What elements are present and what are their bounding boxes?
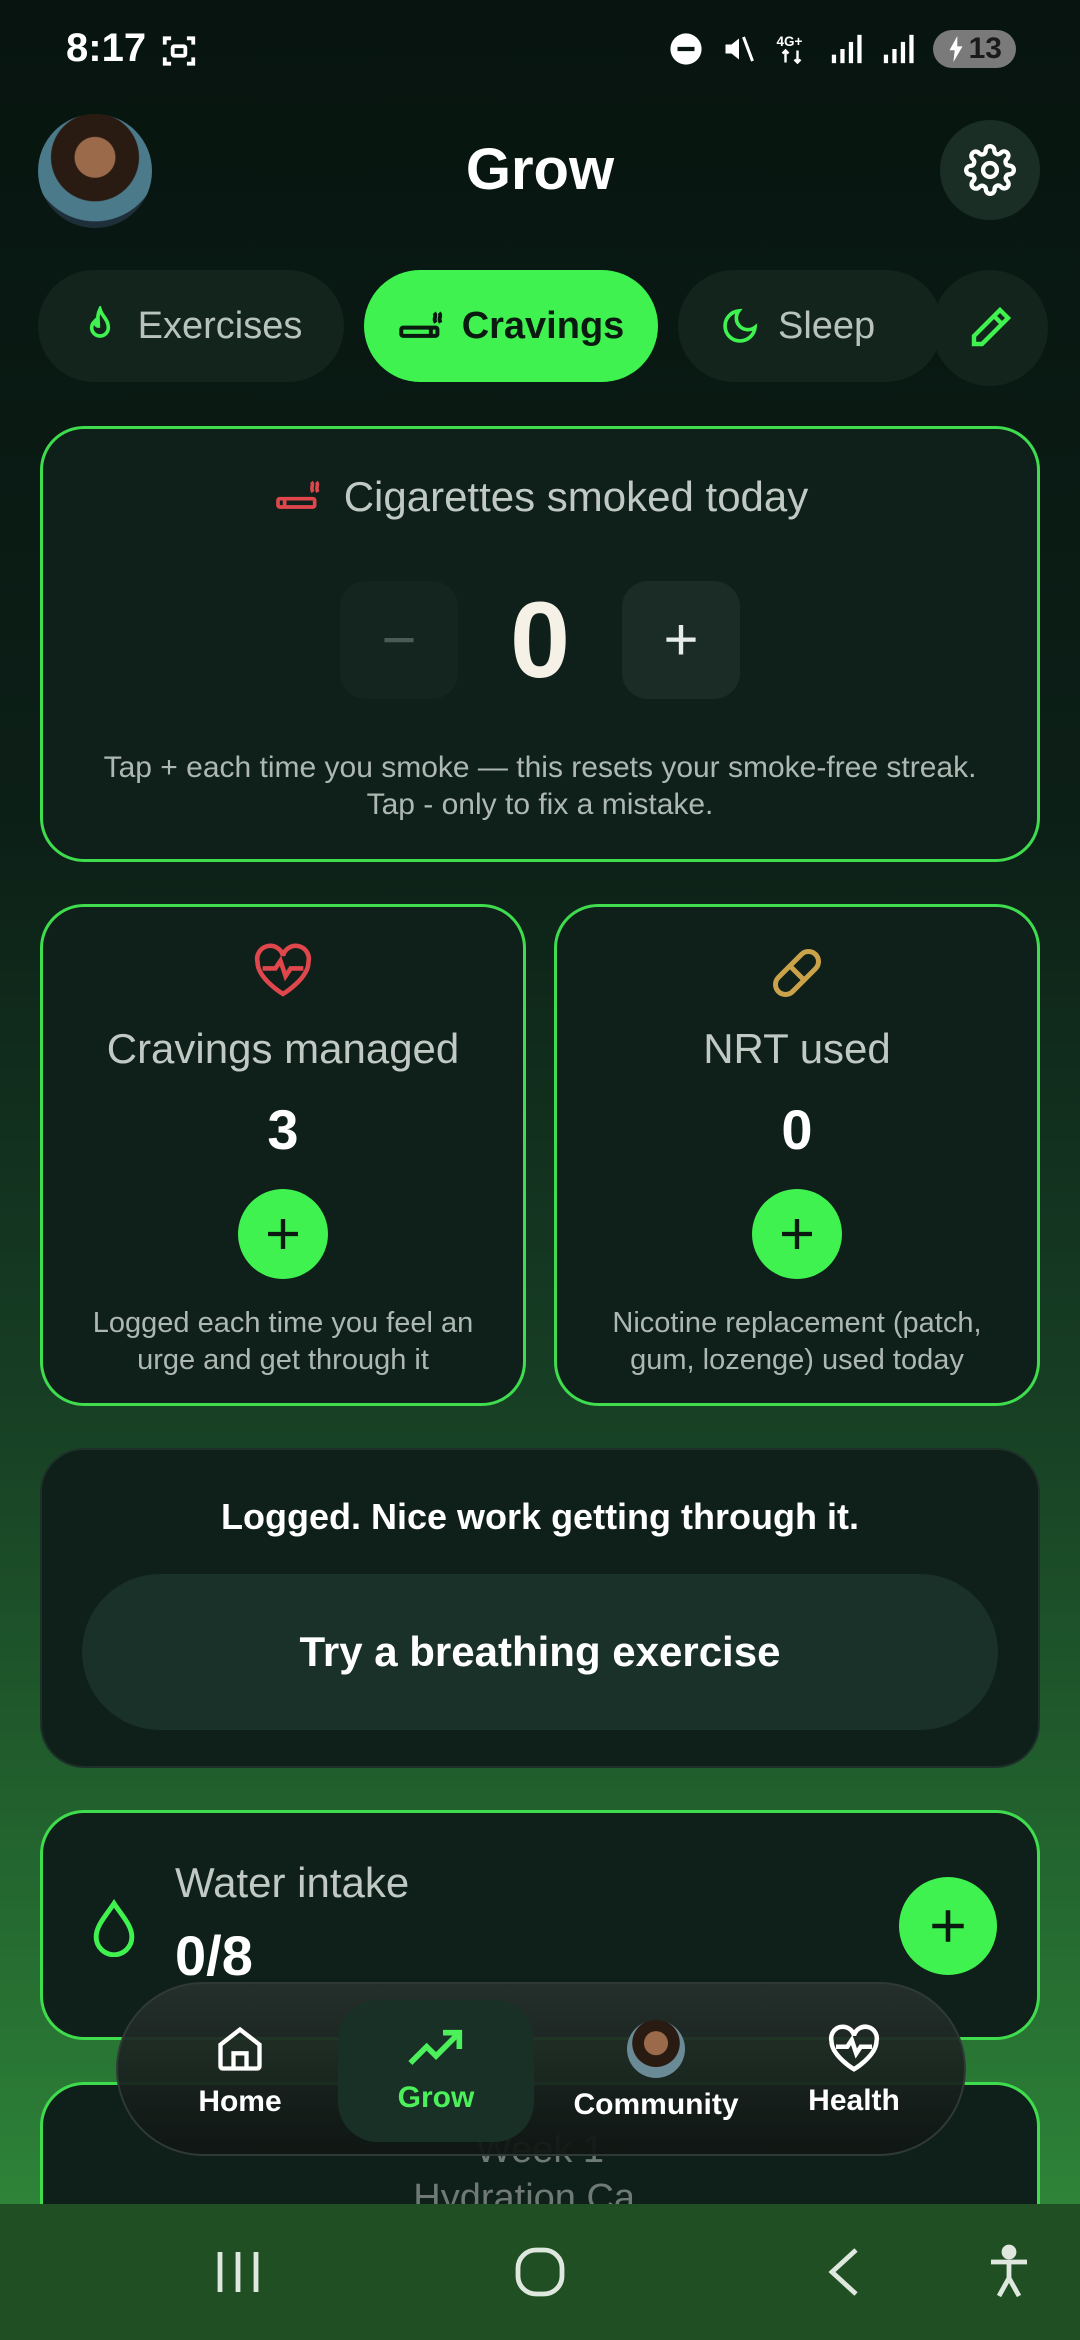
heart-pulse-icon: [254, 943, 312, 997]
cigarettes-card: Cigarettes smoked today − 0 + Tap + each…: [40, 426, 1040, 862]
trending-up-icon: [408, 2029, 463, 2065]
nav-label: Home: [198, 2085, 282, 2118]
dnd-icon: [670, 33, 702, 65]
nav-health[interactable]: Health: [764, 2000, 944, 2142]
nrt-used-card: NRT used 0 Nicotine replacement (patch, …: [554, 904, 1040, 1406]
stat-help: Nicotine replacement (patch, gum, lozeng…: [612, 1307, 982, 1376]
help-line-1: Tap + each time you smoke — this resets …: [103, 751, 977, 784]
tab-label: Sleep: [778, 304, 876, 347]
community-avatar: [627, 2020, 685, 2078]
bottom-nav: Home Grow Community Health: [116, 1982, 966, 2156]
screenshot-icon: [162, 36, 196, 66]
svg-text:4G+: 4G+: [776, 34, 802, 49]
back-icon: [828, 2248, 858, 2296]
plus-icon: [782, 1219, 812, 1249]
category-tabs: Exercises Cravings Sleep: [38, 270, 1048, 386]
cigarette-icon: [275, 480, 320, 509]
status-bar: 8:17 4G+ 13: [0, 0, 1080, 100]
stat-value: 3: [267, 1098, 299, 1161]
nav-grow[interactable]: Grow: [338, 2000, 534, 2142]
cigarettes-counter: − 0 +: [43, 577, 1037, 702]
edit-tabs-button[interactable]: [932, 270, 1048, 386]
increment-button[interactable]: +: [622, 580, 740, 699]
breathing-exercise-button[interactable]: Try a breathing exercise: [82, 1574, 998, 1730]
cravings-managed-card: Cravings managed 3 Logged each time you …: [40, 904, 526, 1406]
stat-value: 0: [781, 1098, 813, 1161]
plus-icon: [932, 1910, 964, 1942]
nav-home[interactable]: Home: [142, 2000, 338, 2142]
water-value: 0/8: [175, 1924, 253, 1987]
cigarettes-count: 0: [509, 579, 571, 700]
logged-message: Logged. Nice work getting through it.: [221, 1496, 859, 1537]
tab-sleep[interactable]: Sleep: [678, 270, 942, 382]
home-icon: [218, 2026, 262, 2071]
water-drop-icon: [93, 1899, 135, 1957]
gear-icon: [964, 144, 1016, 196]
flame-icon: [89, 306, 110, 338]
system-nav-bar: [0, 2204, 1080, 2340]
charging-icon: [949, 36, 963, 62]
cigarette-icon: [399, 311, 443, 338]
circle-home-icon: [515, 2247, 565, 2297]
tab-exercises[interactable]: Exercises: [38, 270, 344, 382]
tab-label: Exercises: [137, 304, 303, 347]
battery-indicator: 13: [932, 30, 1016, 68]
pill-icon: [773, 949, 821, 997]
network-4g-icon: 4G+: [776, 34, 802, 65]
home-system-button[interactable]: [512, 2244, 568, 2300]
accessibility-button[interactable]: [984, 2244, 1034, 2300]
add-water-button[interactable]: [899, 1877, 997, 1975]
nav-label: Grow: [397, 2081, 475, 2114]
cigarettes-title-text: Cigarettes smoked today: [343, 473, 809, 520]
status-icons: 4G+ 13: [669, 30, 1016, 68]
decrement-button[interactable]: −: [340, 580, 458, 699]
logged-feedback-card: Logged. Nice work getting through it. Tr…: [40, 1448, 1040, 1768]
tab-label: Cravings: [461, 304, 625, 347]
plus-icon: [268, 1219, 298, 1249]
signal-icon: [831, 34, 862, 64]
page-title: Grow: [465, 137, 615, 202]
settings-button[interactable]: [940, 120, 1040, 220]
pencil-icon: [971, 306, 1012, 347]
accessibility-icon: [991, 2244, 1027, 2298]
add-craving-button[interactable]: [238, 1189, 328, 1279]
signal-icon-2: [883, 34, 914, 64]
add-nrt-button[interactable]: [752, 1189, 842, 1279]
tab-cravings[interactable]: Cravings: [364, 270, 658, 382]
battery-level: 13: [968, 32, 1002, 65]
help-line-2: Tap - only to fix a mistake.: [366, 788, 714, 821]
recents-button[interactable]: [208, 2244, 268, 2300]
header: Grow: [0, 110, 1080, 230]
nav-label: Community: [573, 2088, 739, 2121]
cigarettes-help: Tap + each time you smoke — this resets …: [43, 749, 1037, 823]
stat-title: Cravings managed: [106, 1025, 460, 1072]
mute-icon: [725, 36, 754, 62]
cigarettes-title: Cigarettes smoked today: [43, 473, 1037, 521]
recents-icon: [217, 2252, 259, 2292]
status-time: 8:17: [66, 26, 147, 70]
nav-community[interactable]: Community: [550, 2000, 762, 2142]
back-button[interactable]: [820, 2244, 868, 2300]
stat-title: NRT used: [703, 1025, 891, 1072]
stat-help: Logged each time you feel an urge and ge…: [92, 1307, 474, 1376]
heart-pulse-icon: [828, 2024, 880, 2072]
moon-icon: [723, 308, 758, 343]
nav-label: Health: [808, 2084, 900, 2117]
water-label: Water intake: [175, 1859, 410, 1906]
